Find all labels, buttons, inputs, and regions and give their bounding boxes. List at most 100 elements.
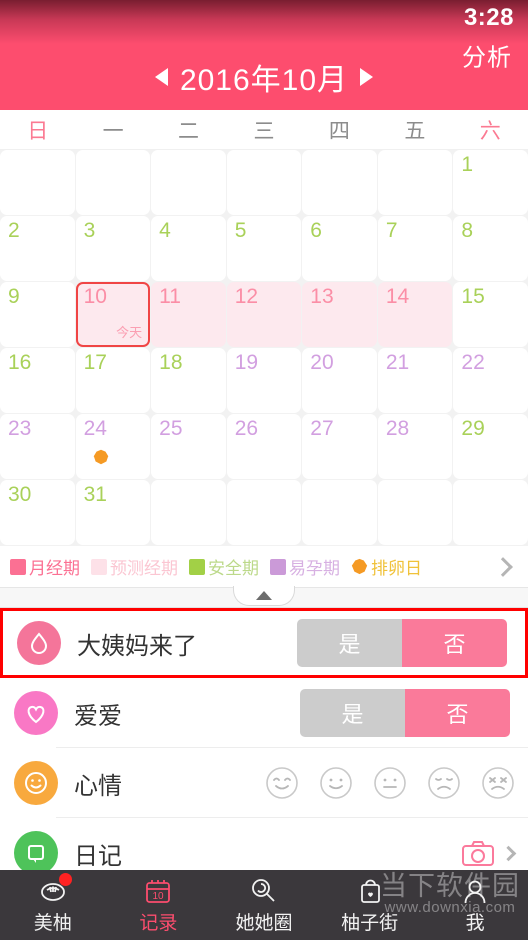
calendar-cell[interactable]: 11: [151, 282, 226, 347]
day-number: 7: [385, 219, 398, 242]
calendar-cell-empty: [377, 480, 453, 545]
app-header: 3:28 2016年10月 分析: [0, 0, 528, 110]
calendar-cell[interactable]: 25: [151, 414, 226, 479]
day-number: 27: [310, 417, 334, 440]
mood-crying-icon[interactable]: [480, 765, 516, 801]
day-number: 31: [83, 483, 107, 506]
calendar-cell[interactable]: 19: [226, 348, 302, 413]
toggle-yes[interactable]: 是: [297, 619, 402, 667]
calendar-cell[interactable]: 15: [453, 282, 528, 347]
analyze-button[interactable]: 分析: [462, 38, 512, 73]
calendar-cell[interactable]: 14: [377, 282, 453, 347]
calendar-cell[interactable]: 18: [151, 348, 226, 413]
calendar-cell[interactable]: 5: [226, 216, 302, 281]
calendar-cell[interactable]: 24: [75, 414, 151, 479]
day-number: 2: [8, 219, 20, 242]
nav-icon-wrap: [249, 876, 279, 906]
calendar-cell[interactable]: 7: [377, 216, 453, 281]
nav-item-1[interactable]: 10 记录: [106, 870, 212, 940]
nav-item-0[interactable]: 美柚: [0, 870, 106, 940]
calendar-cell[interactable]: 31: [75, 480, 151, 545]
chevron-right-icon[interactable]: [500, 845, 517, 861]
calendar-cell[interactable]: 9: [0, 282, 75, 347]
smiley-icon: [14, 761, 58, 805]
mood-selector[interactable]: [264, 765, 516, 801]
camera-icon[interactable]: [461, 839, 495, 867]
calendar-cell[interactable]: 3: [75, 216, 151, 281]
bottom-navigation: 美柚 10 记录 她她圈 柚子街 我: [0, 870, 528, 940]
calendar-cell-empty: [75, 150, 151, 215]
calendar-cell[interactable]: 20: [302, 348, 377, 413]
nav-item-4[interactable]: 我: [422, 870, 528, 940]
calendar-cell[interactable]: 4: [151, 216, 226, 281]
shopping-bag-icon: [360, 879, 380, 903]
diary-actions[interactable]: [461, 839, 517, 867]
calendar-cell[interactable]: 8: [453, 216, 528, 281]
calendar-cell[interactable]: 1: [453, 150, 528, 215]
legend-item-1: 预测经期: [91, 554, 178, 579]
toggle-no[interactable]: 否: [405, 689, 510, 737]
day-number: 16: [8, 351, 32, 374]
panel-collapse-handle[interactable]: [233, 586, 295, 606]
triangle-up-icon: [256, 591, 272, 600]
record-row-1[interactable]: 爱爱 是否: [0, 678, 528, 748]
yes-no-toggle[interactable]: 是否: [297, 619, 507, 667]
calendar-cell[interactable]: 30: [0, 480, 75, 545]
nav-icon-wrap: [460, 876, 490, 906]
calendar-cell[interactable]: 2: [0, 216, 75, 281]
calendar-cell-empty: [302, 150, 377, 215]
today-label: 今天: [116, 325, 143, 340]
calendar-cell[interactable]: 13: [302, 282, 377, 347]
day-number: 28: [385, 417, 410, 440]
lollipop-icon: [252, 878, 275, 902]
calendar-cell[interactable]: 27: [302, 414, 377, 479]
calendar-cell[interactable]: 23: [0, 414, 75, 479]
triangle-right-icon[interactable]: [360, 68, 374, 86]
day-number: 13: [310, 285, 334, 308]
toggle-no[interactable]: 否: [402, 619, 507, 667]
mood-happy-icon[interactable]: [318, 765, 354, 801]
calendar-cell-empty: [453, 480, 528, 545]
title-bar: 2016年10月: [0, 44, 528, 110]
calendar-cell[interactable]: 21: [377, 348, 453, 413]
status-time: 3:28: [463, 4, 514, 31]
record-row-0[interactable]: 大姨妈来了 是否: [0, 608, 528, 678]
weekday-1: 一: [102, 119, 124, 143]
record-row-2[interactable]: 心情: [0, 748, 528, 818]
weekday-4: 四: [328, 119, 350, 143]
calendar-cell[interactable]: 17: [75, 348, 151, 413]
nav-item-3[interactable]: 柚子街: [317, 870, 423, 940]
calendar-cell[interactable]: 28: [377, 414, 453, 479]
calendar-cell[interactable]: 29: [453, 414, 528, 479]
calendar-cell-empty: [377, 150, 453, 215]
yes-no-toggle[interactable]: 是否: [300, 689, 510, 737]
weekday-0: 日: [27, 119, 49, 143]
calendar-cell-empty: [302, 480, 377, 545]
day-number: 26: [234, 417, 259, 440]
triangle-left-icon[interactable]: [154, 68, 168, 86]
day-number: 20: [310, 351, 334, 374]
toggle-yes[interactable]: 是: [300, 689, 405, 737]
day-number: 21: [385, 351, 410, 374]
record-label: 日记: [74, 842, 122, 870]
legend-label: 月经期: [29, 559, 80, 578]
nav-item-2[interactable]: 她她圈: [211, 870, 317, 940]
calendar-cell[interactable]: 22: [453, 348, 528, 413]
nav-label: 记录: [139, 912, 178, 934]
calendar-cell[interactable]: 16: [0, 348, 75, 413]
day-number: 8: [461, 219, 474, 242]
legend-label: 排卵日: [371, 559, 422, 578]
mood-very-happy-icon[interactable]: [264, 765, 300, 801]
chevron-right-icon[interactable]: [493, 556, 513, 577]
month-navigator: 2016年10月: [154, 55, 374, 99]
calendar-cell-today[interactable]: 10 今天: [75, 282, 151, 347]
flower-icon: [351, 558, 368, 575]
calendar-cell[interactable]: 26: [226, 414, 302, 479]
day-number: 15: [461, 285, 485, 308]
day-number: 30: [8, 483, 32, 506]
calendar-10-icon: 10: [146, 879, 171, 903]
mood-neutral-icon[interactable]: [372, 765, 408, 801]
calendar-cell[interactable]: 12: [226, 282, 302, 347]
calendar-cell[interactable]: 6: [302, 216, 377, 281]
mood-sad-icon[interactable]: [426, 765, 462, 801]
